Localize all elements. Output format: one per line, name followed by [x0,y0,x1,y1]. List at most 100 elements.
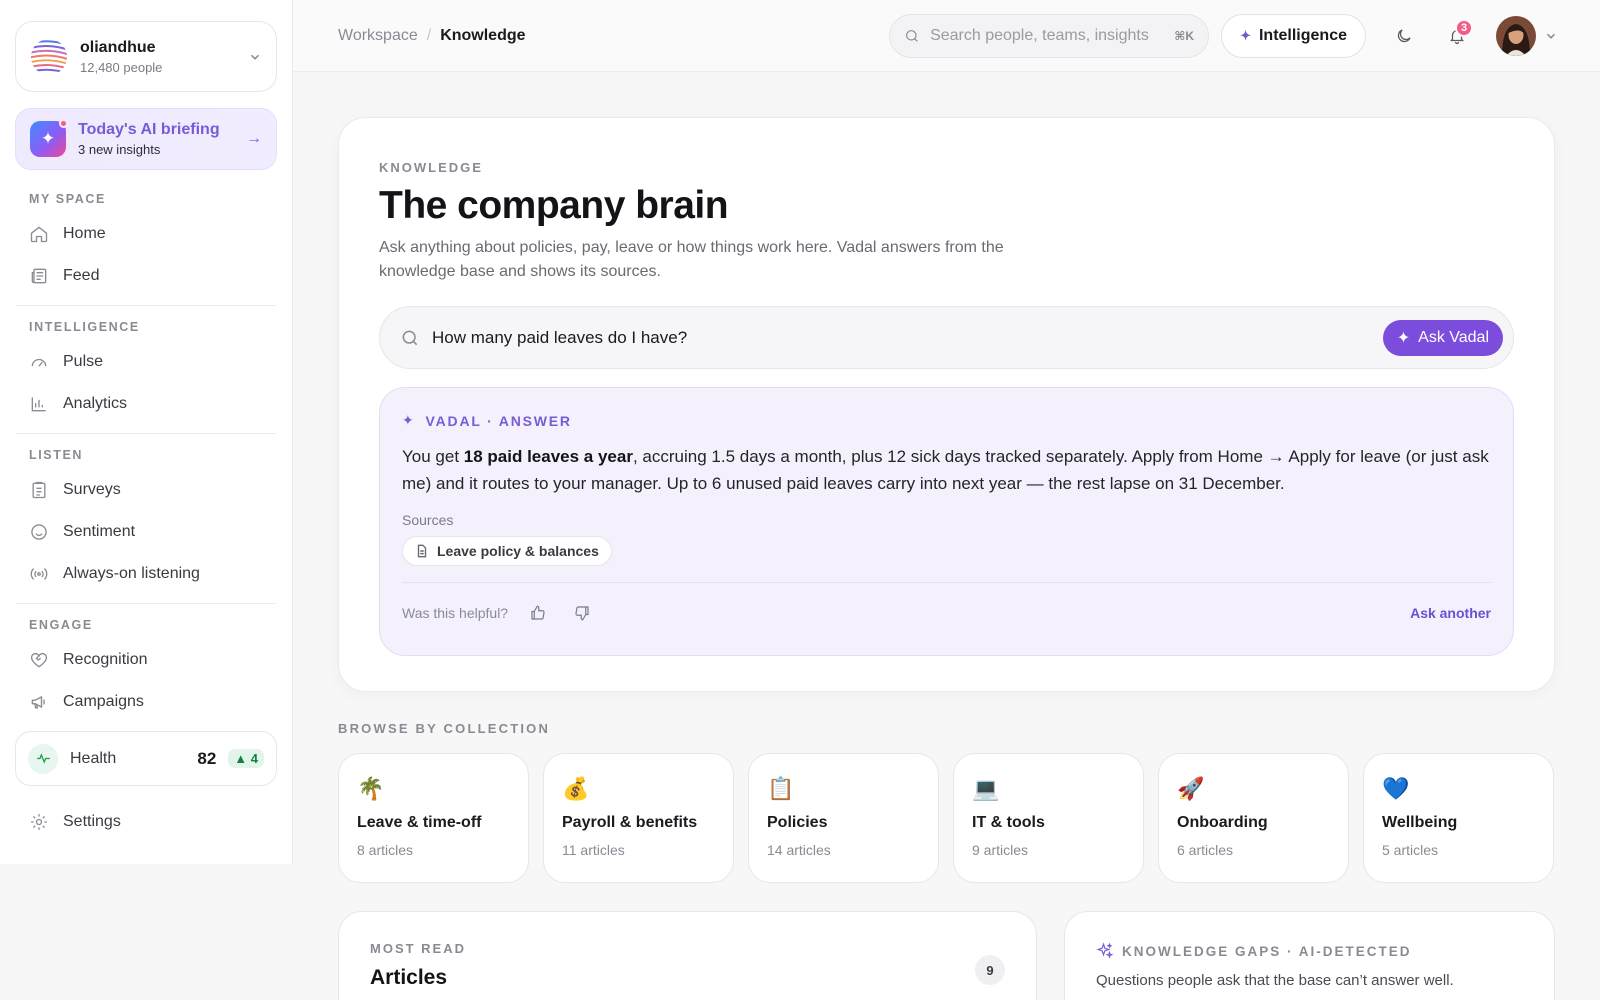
sidebar: oliandhue 12,480 people ✦ Today's AI bri… [0,0,293,864]
palm-tree-icon: 🌴 [357,776,385,801]
sidebar-item-sentiment[interactable]: Sentiment [15,511,277,553]
briefing-title: Today's AI briefing [78,121,220,138]
sidebar-item-home[interactable]: Home [15,213,277,255]
sidebar-item-analytics[interactable]: Analytics [15,383,277,425]
sidebar-item-label: Recognition [63,651,148,668]
search-icon [906,29,918,42]
health-delta-badge: ▲ 4 [228,749,264,768]
breadcrumb-separator: / [426,26,432,44]
newspaper-icon [31,268,47,284]
org-name: oliandhue [80,38,156,56]
collection-name: IT & tools [972,814,1045,831]
ai-briefing-card[interactable]: ✦ Today's AI briefing 3 new insights → [15,108,277,170]
sidebar-item-always-on-listening[interactable]: Always-on listening [15,553,277,595]
sidebar-item-label: Pulse [63,353,104,370]
notifications-button[interactable]: 3 [1437,16,1477,56]
collection-card-policies[interactable]: 📋 Policies 14 articles [748,753,939,883]
collection-name: Leave & time-off [357,814,482,831]
heart-handshake-icon [30,652,48,668]
sidebar-item-label: Always-on listening [63,565,200,582]
sidebar-item-recognition[interactable]: Recognition [15,639,277,681]
gauge-icon [31,358,47,367]
search-icon [402,330,418,345]
ask-input[interactable] [432,327,1371,348]
collection-count: 14 articles [767,842,831,858]
gear-icon [31,814,47,830]
collection-card-payroll[interactable]: 💰 Payroll & benefits 11 articles [543,753,734,883]
sparkle-icon: ✦ [402,412,416,428]
collection-name: Onboarding [1177,814,1268,831]
sidebar-item-label: Settings [63,813,121,830]
section-label-intelligence: INTELLIGENCE [29,320,140,334]
chevron-down-icon[interactable] [1544,29,1558,43]
org-logo [30,39,68,75]
avatar[interactable] [1496,15,1536,56]
blue-heart-icon: 💙 [1382,776,1410,801]
collection-card-wellbeing[interactable]: 💙 Wellbeing 5 articles [1363,753,1554,883]
health-label: Health [70,749,117,767]
sidebar-item-settings[interactable]: Settings [15,801,277,843]
knowledge-hero-card: KNOWLEDGE The company brain Ask anything… [338,117,1555,692]
briefing-subtitle: 3 new insights [78,142,161,157]
clipboard-icon: 📋 [767,776,795,801]
broadcast-icon [30,568,48,580]
most-read-title: Articles [370,966,448,989]
org-switcher[interactable]: oliandhue 12,480 people [15,21,277,92]
topbar: Workspace / Knowledge ⌘K ✦ Intelligence … [293,0,1600,72]
notification-badge: 3 [1455,18,1473,37]
collection-name: Policies [767,814,828,831]
collection-card-it-tools[interactable]: 💻 IT & tools 9 articles [953,753,1144,883]
home-icon [30,226,48,243]
hero-eyebrow: KNOWLEDGE [379,160,483,175]
sidebar-item-label: Campaigns [63,693,144,710]
collection-count: 5 articles [1382,842,1439,858]
global-search[interactable]: ⌘K [889,13,1210,58]
sparkle-icon: ✦ [1396,329,1411,347]
knowledge-gaps-subtitle: Questions people ask that the base can’t… [1096,972,1454,989]
source-chip[interactable]: Leave policy & balances [402,536,612,566]
theme-toggle-button[interactable] [1384,16,1424,56]
sidebar-item-label: Analytics [63,395,128,412]
sidebar-item-label: Sentiment [63,523,136,540]
answer-label: VADAL · ANSWER [425,412,572,429]
most-read-eyebrow: MOST READ [370,941,466,956]
hero-subtitle: Ask anything about policies, pay, leave … [379,239,1004,280]
thumbs-up-icon [531,605,545,620]
intelligence-button[interactable]: ✦ Intelligence [1221,13,1366,58]
answer-highlight: 18 paid leaves a year [463,447,633,466]
sidebar-item-campaigns[interactable]: Campaigns [15,681,277,723]
collection-name: Payroll & benefits [562,814,698,831]
answer-text: You get 18 paid leaves a year, accruing … [402,443,1491,497]
sources-label: Sources [402,512,454,528]
divider [16,603,276,604]
search-input[interactable] [930,26,1165,45]
sidebar-item-surveys[interactable]: Surveys [15,469,277,511]
section-label-engage: ENGAGE [29,618,93,632]
new-dot [59,119,68,128]
sidebar-item-pulse[interactable]: Pulse [15,341,277,383]
most-read-card: MOST READ Articles 9 [338,911,1037,1000]
breadcrumb-workspace[interactable]: Workspace [338,27,418,45]
sidebar-item-feed[interactable]: Feed [15,255,277,297]
thumbs-up-button[interactable] [524,599,552,627]
collection-count: 9 articles [972,842,1029,858]
section-label-listen: LISTEN [29,448,84,462]
org-people-count: 12,480 people [80,59,163,75]
search-shortcut: ⌘K [1174,28,1195,43]
knowledge-gaps-header: KNOWLEDGE GAPS · AI-DETECTED [1096,942,1523,960]
collections-label: BROWSE BY COLLECTION [338,721,551,736]
thumbs-down-button[interactable] [568,599,596,627]
sidebar-item-label: Feed [63,267,100,284]
ask-vadal-button[interactable]: ✦ Ask Vadal [1382,319,1503,356]
health-score-card[interactable]: Health 82 ▲ 4 [15,731,277,786]
source-chip-label: Leave policy & balances [437,543,599,559]
collection-card-leave[interactable]: 🌴 Leave & time-off 8 articles [338,753,529,883]
answer-card: ✦ VADAL · ANSWER You get 18 paid leaves … [379,387,1514,656]
breadcrumb-current: Knowledge [440,26,526,44]
ask-bar[interactable]: ✦ Ask Vadal [379,306,1514,369]
divider [16,305,276,306]
collections-grid: 🌴 Leave & time-off 8 articles 💰 Payroll … [338,753,1555,883]
money-bag-icon: 💰 [562,776,590,801]
ask-another-link[interactable]: Ask another [1410,605,1491,621]
collection-card-onboarding[interactable]: 🚀 Onboarding 6 articles [1158,753,1349,883]
